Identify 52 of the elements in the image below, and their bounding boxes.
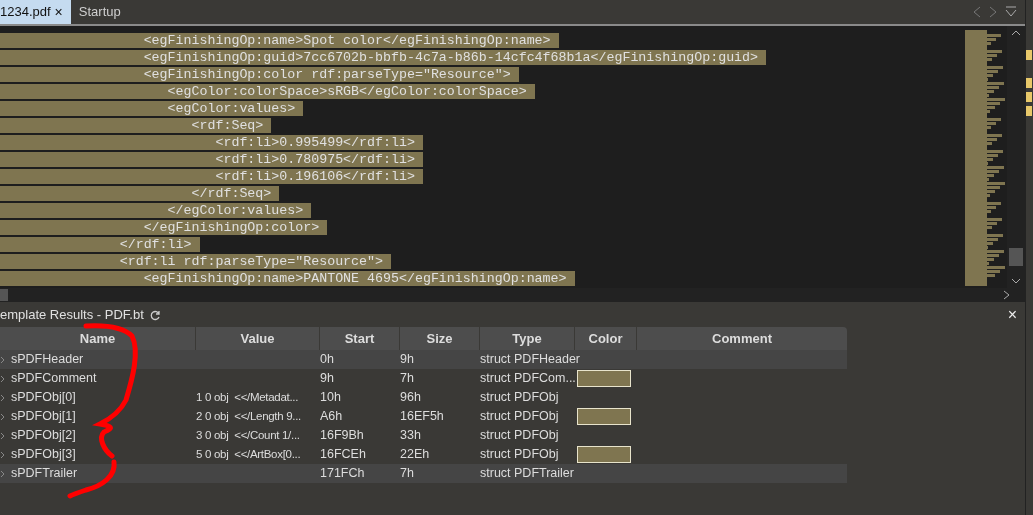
table-row[interactable]: sPDFHeader 0h 9h struct PDFHeader [0,350,847,369]
table-cell: 16EF5h [400,409,444,424]
chevron-right-icon[interactable] [989,6,997,18]
minimap[interactable] [965,30,1007,286]
scroll-right-icon [1003,290,1011,300]
table-cell: 0h [320,352,334,367]
table-cell: 16F9Bh [320,428,364,443]
table-cell: 22Eh [400,447,430,462]
table-cell: struct PDFCom... [480,371,576,386]
table-cell: 7h [400,371,414,386]
table-cell-text: sPDFObj[1] [11,408,76,426]
table-cell-text: sPDFTrailer [11,465,78,483]
table-cell-text: sPDFObj[3] [11,446,76,464]
table-cell: 16FCEh [320,447,366,462]
table-cell: struct PDFObj [480,409,559,424]
chevron-left-icon[interactable] [973,6,981,18]
close-tab-button[interactable]: × [54,1,63,23]
table-row[interactable]: sPDFTrailer 171FCh 7h struct PDFTrailer [0,464,847,483]
table-cell: struct PDFObj [480,428,559,443]
scroll-down-icon [1011,278,1021,284]
scrollbar-thumb[interactable] [0,289,8,301]
horizontal-scrollbar[interactable] [0,288,1025,302]
file-tab[interactable]: Startup [70,0,129,24]
table-cell-text: sPDFObj[2] [11,427,76,445]
dropdown-icon[interactable] [1005,6,1017,18]
table-cell: 33h [400,428,421,443]
scroll-up-icon [1011,30,1021,36]
table-cell: 10h [320,390,341,405]
table-cell-text: sPDFComment [11,370,97,388]
table-cell: 2 0 obj <</Length 9... [196,410,301,423]
table-cell: 1 0 obj <</Metadat... [196,391,299,404]
panel-title: emplate Results - PDF.bt [0,306,144,325]
table-cell: 9h [320,371,334,386]
table-cell-text: sPDFHeader [11,351,84,369]
table-cell: 7h [400,466,414,481]
table-cell: 3 0 obj <</Count 1/... [196,429,300,442]
table-cell: struct PDFTrailer [480,466,574,481]
table-cell: 5 0 obj <</ArtBox[0... [196,448,301,461]
file-tab[interactable]: 1234.pdf × [0,0,71,24]
table-cell: A6h [320,409,343,424]
table-cell: 9h [400,352,414,367]
table-cell: 96h [400,390,421,405]
scrollbar-thumb[interactable] [1009,248,1023,266]
table-cell: struct PDFObj [480,447,559,462]
table-cell-text: sPDFObj[0] [11,389,76,407]
table-cell: struct PDFObj [480,390,559,405]
table-cell: struct PDFHeader [480,352,581,367]
vertical-scrollbar[interactable] [1007,26,1025,288]
column-header[interactable]: Comment [637,327,847,350]
close-button[interactable]: × [1007,303,1017,327]
table-cell: 171FCh [320,466,365,481]
refresh-icon[interactable] [149,309,161,321]
